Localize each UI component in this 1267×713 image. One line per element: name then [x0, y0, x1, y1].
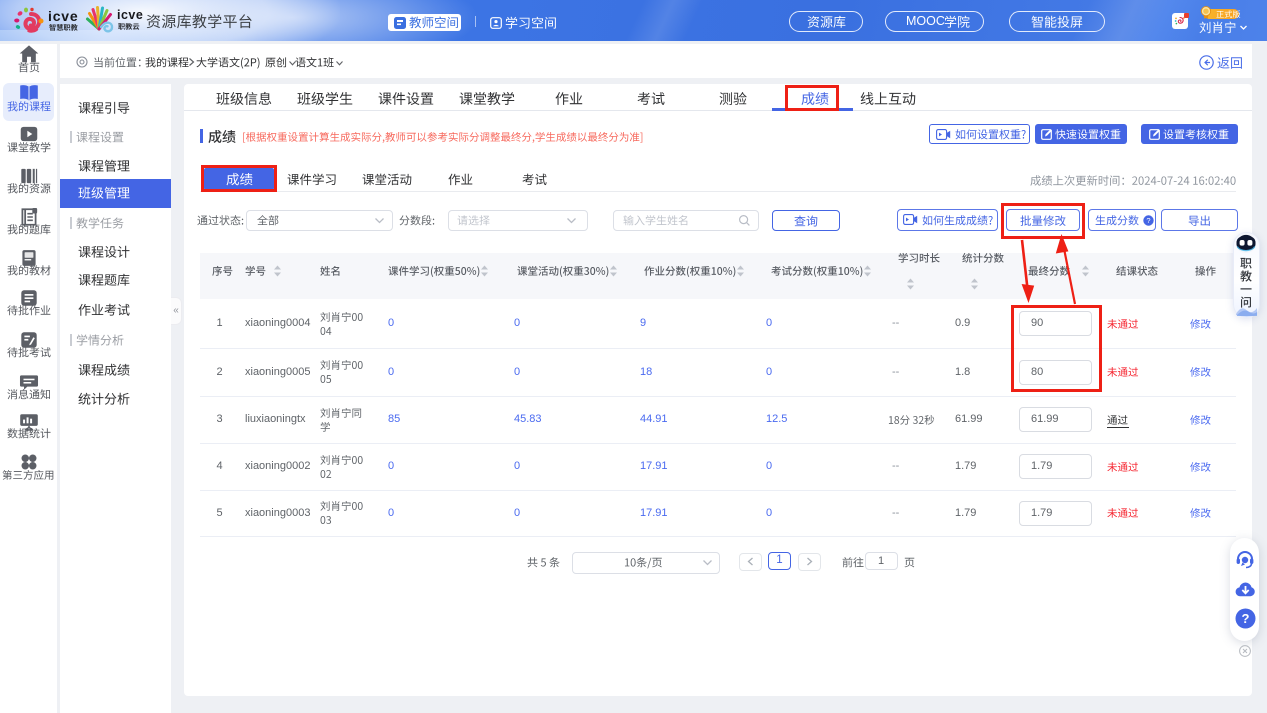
svg-text:?: ?: [1146, 216, 1150, 225]
svg-text:?: ?: [1241, 611, 1249, 626]
